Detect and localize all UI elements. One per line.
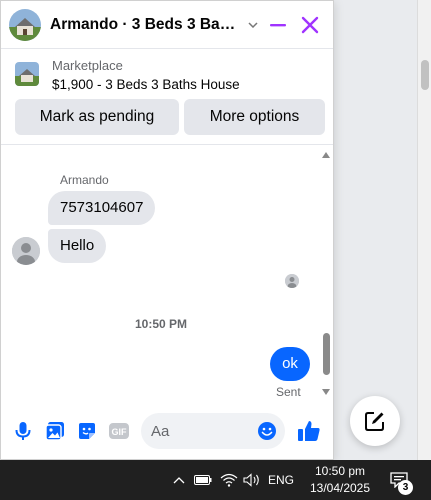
message-list[interactable]: Armando 7573104607 Hello 10:50 PM ok Sen… [1, 145, 321, 401]
chat-header[interactable]: Armando · 3 Beds 3 Baths ... [1, 1, 333, 49]
listing-title: $1,900 - 3 Beds 3 Baths House [52, 77, 240, 92]
close-icon [301, 16, 319, 33]
page-scrollbar[interactable] [417, 0, 431, 460]
new-message-button[interactable] [350, 396, 400, 446]
message-timestamp: 10:50 PM [134, 317, 188, 331]
message-input[interactable] [151, 422, 251, 440]
taskbar-clock[interactable]: 10:50 pm 13/04/2025 [300, 463, 380, 497]
chevron-down-icon[interactable] [246, 18, 260, 32]
language-indicator[interactable]: ENG [266, 460, 296, 500]
gif-icon-label: GIF [112, 427, 128, 437]
minimize-button[interactable] [264, 11, 292, 39]
thumbs-up-icon[interactable] [293, 415, 325, 447]
sender-avatar[interactable] [12, 237, 40, 265]
chat-title[interactable]: Armando · 3 Beds 3 Baths ... [50, 16, 240, 34]
message-scrollbar-thumb[interactable] [323, 333, 330, 375]
incoming-message[interactable]: Hello [48, 229, 107, 263]
scroll-up-arrow-icon[interactable] [322, 152, 330, 158]
windows-taskbar: ENG 10:50 pm 13/04/2025 [0, 460, 431, 500]
marketplace-panel: Marketplace $1,900 - 3 Beds 3 Baths Hous… [1, 49, 333, 145]
message-scrollbar[interactable] [319, 145, 333, 401]
chevron-up-icon[interactable] [170, 460, 188, 500]
message-status: Sent [276, 385, 301, 399]
compose-icon [365, 412, 384, 431]
minimize-icon [270, 23, 286, 26]
taskbar-date: 13/04/2025 [309, 481, 371, 495]
close-button[interactable] [296, 11, 324, 39]
mark-as-pending-button[interactable]: Mark as pending [15, 99, 179, 135]
listing-thumbnail [15, 62, 39, 86]
scroll-down-arrow-icon[interactable] [322, 389, 330, 395]
notification-count-badge: 3 [398, 480, 413, 495]
sender-name: Armando [60, 173, 109, 187]
listing-avatar[interactable] [9, 8, 41, 41]
message-input-wrapper[interactable] [141, 413, 285, 449]
photo-icon[interactable] [39, 415, 71, 447]
message-composer: GIF [1, 401, 333, 461]
volume-icon[interactable] [242, 460, 262, 500]
battery-icon[interactable] [193, 460, 213, 500]
seen-indicator-avatar [285, 274, 299, 288]
outgoing-message[interactable]: ok [270, 347, 310, 381]
more-options-button[interactable]: More options [184, 99, 325, 135]
wifi-icon[interactable] [218, 460, 240, 500]
chat-window: Armando · 3 Beds 3 Baths ... Marketplace [0, 0, 334, 460]
page-scrollbar-thumb[interactable] [421, 60, 429, 90]
taskbar-time: 10:50 pm [314, 464, 366, 478]
emoji-icon[interactable] [257, 421, 277, 441]
sticker-icon[interactable] [71, 415, 103, 447]
incoming-message[interactable]: 7573104607 [48, 191, 156, 225]
marketplace-label: Marketplace [52, 58, 123, 73]
marketplace-info[interactable]: Marketplace $1,900 - 3 Beds 3 Baths Hous… [15, 57, 240, 95]
microphone-icon[interactable] [7, 415, 39, 447]
gif-icon[interactable]: GIF [103, 415, 135, 447]
